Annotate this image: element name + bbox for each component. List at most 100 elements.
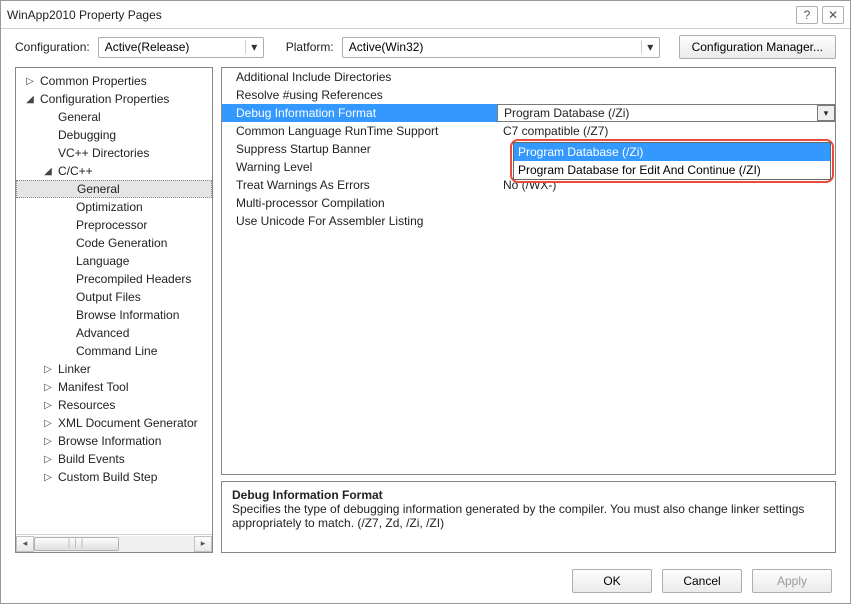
tree-item-label: Language xyxy=(72,254,129,268)
tree-item-label: Preprocessor xyxy=(72,218,147,232)
platform-combo[interactable]: Active(Win32) ▾ xyxy=(342,37,660,58)
tree-panel: ▷Common Properties◢Configuration Propert… xyxy=(15,67,213,553)
tree-item-label: Build Events xyxy=(54,452,125,466)
tree-item[interactable]: ◢Configuration Properties xyxy=(16,90,212,108)
property-value[interactable] xyxy=(497,68,835,86)
expand-icon[interactable]: ◢ xyxy=(42,166,54,177)
expand-icon[interactable]: ▷ xyxy=(42,364,54,375)
help-button[interactable]: ? xyxy=(796,6,818,24)
property-value[interactable] xyxy=(497,194,835,212)
window-title: WinApp2010 Property Pages xyxy=(7,8,792,22)
property-row[interactable]: Multi-processor Compilation xyxy=(222,194,835,212)
tree-item[interactable]: Code Generation xyxy=(16,234,212,252)
tree-item[interactable]: General xyxy=(16,108,212,126)
tree-item[interactable]: Advanced xyxy=(16,324,212,342)
description-body: Specifies the type of debugging informat… xyxy=(232,502,825,530)
property-grid: Additional Include DirectoriesResolve #u… xyxy=(221,67,836,475)
expand-icon[interactable]: ▷ xyxy=(42,454,54,465)
tree[interactable]: ▷Common Properties◢Configuration Propert… xyxy=(16,68,212,534)
tree-item-label: General xyxy=(54,110,101,124)
expand-icon[interactable]: ▷ xyxy=(42,400,54,411)
expand-icon[interactable]: ▷ xyxy=(42,382,54,393)
expand-icon[interactable]: ▷ xyxy=(42,418,54,429)
tree-item-label: Configuration Properties xyxy=(36,92,169,106)
configuration-label: Configuration: xyxy=(15,40,90,54)
description-panel: Debug Information Format Specifies the t… xyxy=(221,481,836,553)
tree-item[interactable]: ▷Resources xyxy=(16,396,212,414)
ok-button[interactable]: OK xyxy=(572,569,652,593)
tree-item[interactable]: ▷Common Properties xyxy=(16,72,212,90)
scroll-right-button[interactable]: ▸ xyxy=(194,536,212,552)
scroll-thumb[interactable]: ׀׀׀ xyxy=(34,537,119,551)
property-row[interactable]: Use Unicode For Assembler Listing xyxy=(222,212,835,230)
property-row[interactable]: Debug Information FormatProgram Database… xyxy=(222,104,835,122)
tree-item[interactable]: Command Line xyxy=(16,342,212,360)
property-name: Treat Warnings As Errors xyxy=(222,176,497,194)
tree-item-label: XML Document Generator xyxy=(54,416,198,430)
property-name: Additional Include Directories xyxy=(222,68,497,86)
tree-item[interactable]: ▷Browse Information xyxy=(16,432,212,450)
property-value[interactable] xyxy=(497,212,835,230)
property-row[interactable]: Additional Include Directories xyxy=(222,68,835,86)
platform-label: Platform: xyxy=(286,40,334,54)
tree-item[interactable]: ▷Linker xyxy=(16,360,212,378)
tree-item-label: Custom Build Step xyxy=(54,470,157,484)
chevron-down-icon: ▾ xyxy=(641,40,659,54)
tree-item[interactable]: Browse Information xyxy=(16,306,212,324)
tree-item-label: C/C++ xyxy=(54,164,93,178)
property-name: Common Language RunTime Support xyxy=(222,122,497,140)
dialog-footer: OK Cancel Apply xyxy=(572,569,832,593)
dropdown-option[interactable]: Program Database (/Zi) xyxy=(514,143,830,161)
property-name: Resolve #using References xyxy=(222,86,497,104)
tree-item-label: Code Generation xyxy=(72,236,167,250)
tree-item[interactable]: Optimization xyxy=(16,198,212,216)
tree-item-label: Browse Information xyxy=(54,434,161,448)
hscrollbar[interactable]: ◂ ׀׀׀ ▸ xyxy=(16,534,212,552)
property-value[interactable]: C7 compatible (/Z7) xyxy=(497,122,835,140)
tree-item-label: Resources xyxy=(54,398,115,412)
cancel-button[interactable]: Cancel xyxy=(662,569,742,593)
property-value[interactable]: Program Database (/Zi)▾ xyxy=(497,104,835,122)
scroll-track[interactable]: ׀׀׀ xyxy=(34,536,194,552)
expand-icon[interactable]: ◢ xyxy=(24,94,36,105)
tree-item[interactable]: ▷Custom Build Step xyxy=(16,468,212,486)
property-row[interactable]: Resolve #using References xyxy=(222,86,835,104)
tree-item[interactable]: ▷Build Events xyxy=(16,450,212,468)
expand-icon[interactable]: ▷ xyxy=(42,436,54,447)
tree-item[interactable]: Debugging xyxy=(16,126,212,144)
configuration-manager-button[interactable]: Configuration Manager... xyxy=(679,35,836,59)
tree-item[interactable]: Precompiled Headers xyxy=(16,270,212,288)
tree-item[interactable]: ◢C/C++ xyxy=(16,162,212,180)
tree-item[interactable]: Preprocessor xyxy=(16,216,212,234)
apply-button[interactable]: Apply xyxy=(752,569,832,593)
property-value[interactable] xyxy=(497,86,835,104)
tree-item-label: Browse Information xyxy=(72,308,179,322)
tree-item[interactable]: Output Files xyxy=(16,288,212,306)
expand-icon[interactable]: ▷ xyxy=(42,472,54,483)
scroll-left-button[interactable]: ◂ xyxy=(16,536,34,552)
tree-item[interactable]: General xyxy=(16,180,212,198)
tree-item-label: Manifest Tool xyxy=(54,380,128,394)
tree-item[interactable]: Language xyxy=(16,252,212,270)
tree-item-label: Precompiled Headers xyxy=(72,272,191,286)
chevron-down-icon[interactable]: ▾ xyxy=(817,105,835,121)
titlebar: WinApp2010 Property Pages ? ✕ xyxy=(1,1,850,29)
tree-item[interactable]: VC++ Directories xyxy=(16,144,212,162)
debug-format-dropdown[interactable]: Program Database (/Zi)Program Database f… xyxy=(510,139,834,183)
tree-item[interactable]: ▷XML Document Generator xyxy=(16,414,212,432)
tree-item-label: Advanced xyxy=(72,326,129,340)
property-name: Warning Level xyxy=(222,158,497,176)
configuration-combo[interactable]: Active(Release) ▾ xyxy=(98,37,264,58)
dropdown-option[interactable]: Program Database for Edit And Continue (… xyxy=(514,161,830,179)
property-row[interactable]: Common Language RunTime SupportC7 compat… xyxy=(222,122,835,140)
tree-item-label: General xyxy=(73,182,120,196)
tree-item[interactable]: ▷Manifest Tool xyxy=(16,378,212,396)
tree-item-label: Linker xyxy=(54,362,91,376)
close-button[interactable]: ✕ xyxy=(822,6,844,24)
property-name: Use Unicode For Assembler Listing xyxy=(222,212,497,230)
description-title: Debug Information Format xyxy=(232,488,825,502)
toolbar: Configuration: Active(Release) ▾ Platfor… xyxy=(1,29,850,65)
expand-icon[interactable]: ▷ xyxy=(24,76,36,87)
property-name: Suppress Startup Banner xyxy=(222,140,497,158)
property-name: Debug Information Format xyxy=(222,104,497,122)
